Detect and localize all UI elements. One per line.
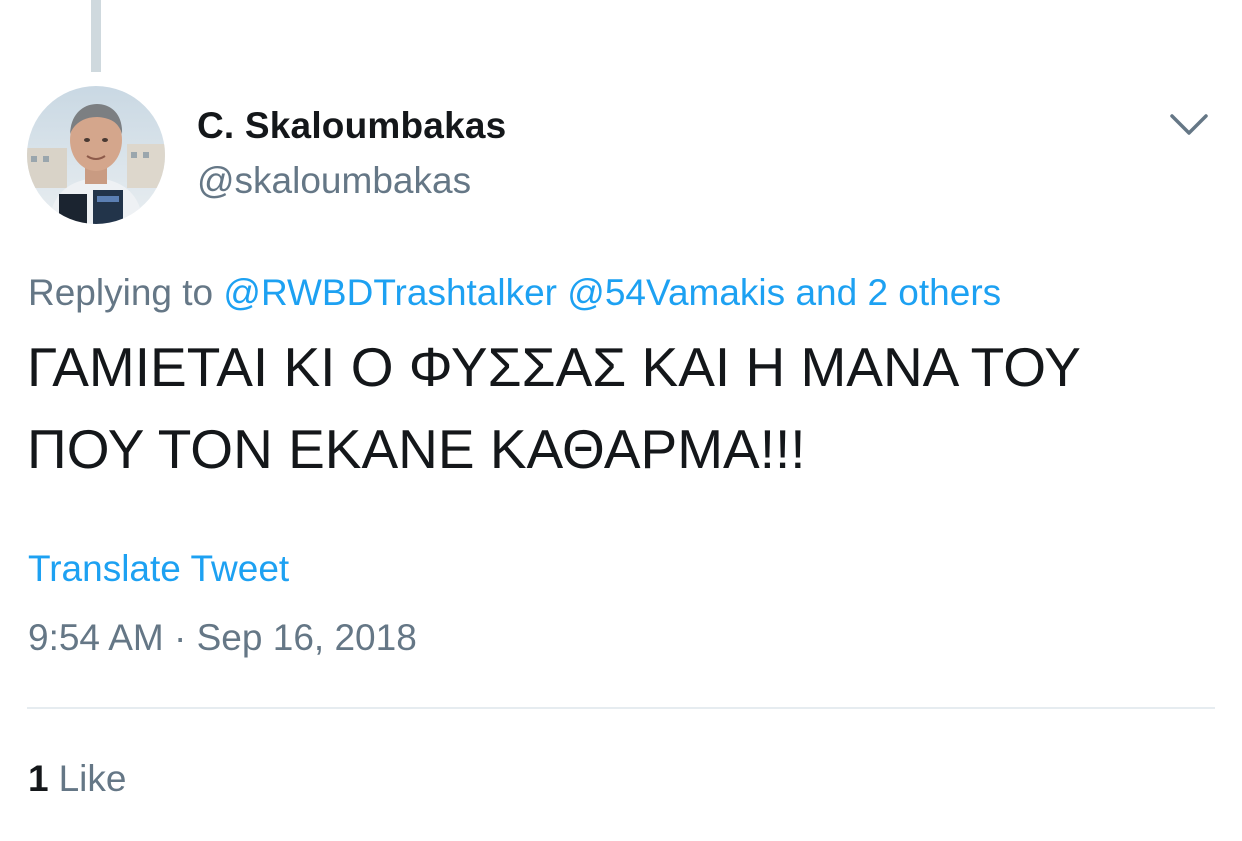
author-display-name[interactable]: C. Skaloumbakas — [197, 105, 506, 147]
author-handle[interactable]: @skaloumbakas — [197, 160, 471, 202]
thread-connector-line — [91, 0, 101, 72]
tweet-text-line: ΓΑΜΙΕΤΑΙ ΚΙ Ο ΦΥΣΣΑΣ ΚΑΙ Η ΜΑΝΑ ΤΟΥ — [27, 336, 1081, 398]
translate-tweet-link[interactable]: Translate Tweet — [28, 548, 289, 590]
replying-to: Replying to @RWBDTrashtalker @54Vamakis … — [28, 272, 1001, 314]
likes-count[interactable]: 1 Like — [28, 758, 126, 800]
tweet-detail: C. Skaloumbakas @skaloumbakas Replying t… — [0, 0, 1242, 841]
avatar-photo — [27, 86, 165, 224]
replying-to-label: Replying to — [28, 272, 214, 313]
like-count-number: 1 — [28, 758, 49, 799]
tweet-timestamp[interactable]: 9:54 AM · Sep 16, 2018 — [28, 617, 417, 659]
tweet-text: ΓΑΜΙΕΤΑΙ ΚΙ Ο ΦΥΣΣΑΣ ΚΑΙ Η ΜΑΝΑ ΤΟΥ ΠΟΥ … — [27, 326, 1217, 490]
mention-link[interactable]: @54Vamakis — [567, 272, 785, 313]
divider — [27, 707, 1215, 709]
tweet-text-line: ΠΟΥ ΤΟΝ ΕΚΑΝΕ ΚΑΘΑΡΜΑ!!! — [27, 418, 806, 480]
like-count-label: Like — [58, 758, 127, 799]
author-avatar[interactable] — [27, 86, 165, 224]
mention-link[interactable]: @RWBDTrashtalker — [223, 272, 557, 313]
others-link[interactable]: and 2 others — [795, 272, 1001, 313]
chevron-down-icon[interactable] — [1168, 108, 1210, 142]
